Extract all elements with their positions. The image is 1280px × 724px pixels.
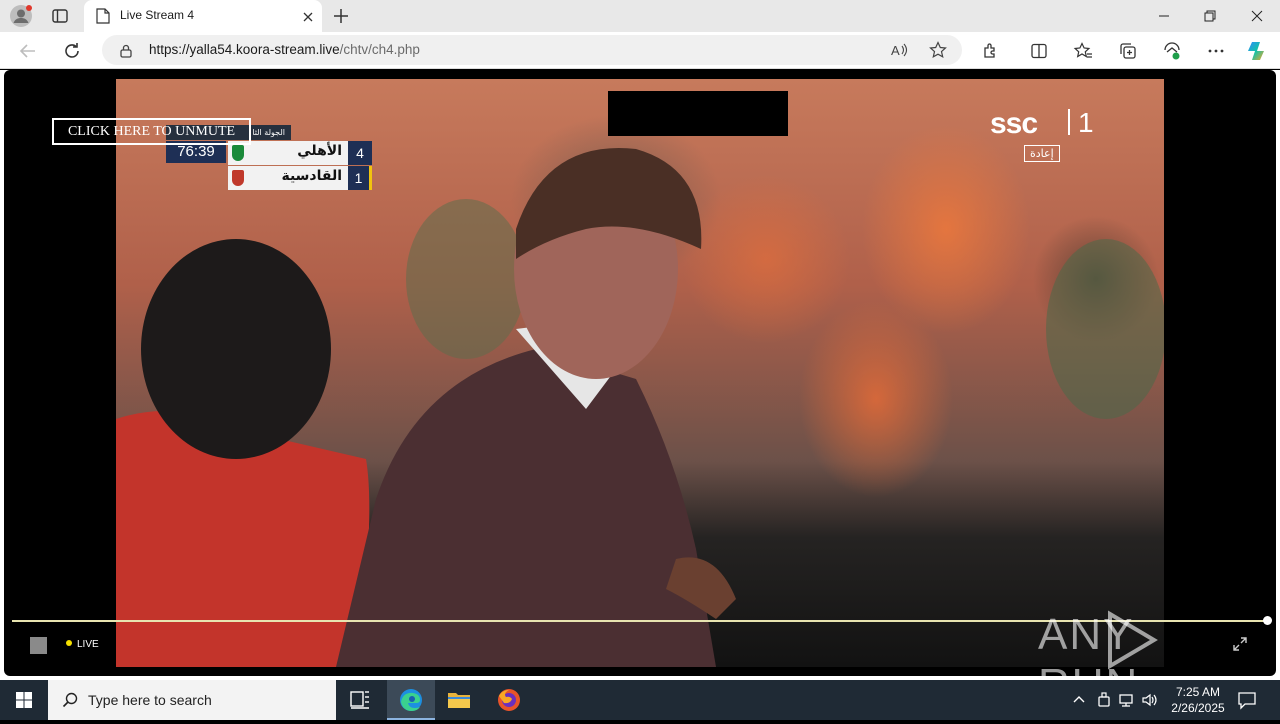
play-triangle-icon <box>1108 610 1158 670</box>
team-badge-icon <box>232 145 244 161</box>
chevron-up-icon[interactable] <box>1070 691 1088 709</box>
new-tab-icon[interactable] <box>331 6 351 26</box>
team-row: القادسية 1 <box>228 166 372 190</box>
read-aloud-icon[interactable]: A <box>890 41 908 59</box>
close-window-button[interactable] <box>1234 0 1280 32</box>
refresh-icon[interactable] <box>60 39 84 63</box>
live-indicator: LIVE <box>66 639 99 650</box>
address-bar-row: https://yalla54.koora-stream.live/chtv/c… <box>0 32 1280 69</box>
firefox-icon[interactable] <box>485 680 533 720</box>
restore-button[interactable] <box>1187 0 1233 32</box>
browser-essentials-icon[interactable] <box>1162 41 1182 61</box>
unmute-button[interactable]: CLICK HERE TO UNMUTE <box>52 118 251 145</box>
network-icon[interactable] <box>1118 691 1136 709</box>
fullscreen-icon[interactable] <box>1232 636 1248 652</box>
minimize-button[interactable] <box>1141 0 1187 32</box>
search-placeholder: Type here to search <box>88 692 212 708</box>
clock-date: 2/26/2025 <box>1171 701 1225 715</box>
browser-tab[interactable]: Live Stream 4 <box>84 0 322 32</box>
team-name: الأهلي <box>297 143 342 159</box>
web-page: الجولة الثا 76:39 الأهلي 4 القادسية 1 ss… <box>0 70 1280 680</box>
taskbar-search[interactable]: Type here to search <box>48 680 336 720</box>
title-bar: Live Stream 4 <box>0 0 1280 32</box>
team-name: القادسية <box>281 168 342 184</box>
team-badge-icon <box>232 170 244 186</box>
edge-taskbar-icon[interactable] <box>387 680 435 720</box>
channel-divider <box>1068 109 1070 135</box>
taskbar: Type here to search 7:25 AM 2/26/2025 <box>0 680 1280 720</box>
clock-time: 7:25 AM <box>1175 685 1221 699</box>
stop-button[interactable] <box>30 637 47 654</box>
live-label: LIVE <box>77 639 99 650</box>
lock-icon[interactable] <box>119 43 133 58</box>
replay-badge: إعادة <box>1024 145 1060 162</box>
page-icon <box>96 8 110 24</box>
redacted-block <box>608 91 788 136</box>
team-score: 1 <box>348 166 372 190</box>
extensions-icon[interactable] <box>981 41 1001 61</box>
url-field[interactable]: https://yalla54.koora-stream.live/chtv/c… <box>102 35 962 65</box>
close-tab-icon[interactable] <box>301 9 315 23</box>
search-icon <box>62 692 78 708</box>
split-screen-icon[interactable] <box>1029 41 1049 61</box>
favorite-star-icon[interactable] <box>929 41 947 59</box>
video-player[interactable]: الجولة الثا 76:39 الأهلي 4 القادسية 1 ss… <box>4 70 1276 676</box>
team-score: 4 <box>348 141 372 165</box>
usb-device-icon[interactable] <box>1095 691 1113 709</box>
profile-avatar-icon[interactable] <box>10 5 32 27</box>
system-clock[interactable]: 7:25 AM 2/26/2025 <box>1160 684 1236 716</box>
svg-text:A: A <box>891 43 900 58</box>
back-arrow-icon[interactable] <box>16 39 40 63</box>
channel-logo: ssc <box>990 107 1038 140</box>
copilot-icon[interactable] <box>1246 39 1270 63</box>
url-text[interactable]: https://yalla54.koora-stream.live/chtv/c… <box>149 42 420 57</box>
volume-icon[interactable] <box>1141 691 1159 709</box>
channel-number: 1 <box>1078 107 1094 138</box>
collections-icon[interactable] <box>1118 41 1138 61</box>
notification-center-icon[interactable] <box>1236 690 1258 710</box>
video-frame[interactable]: الجولة الثا 76:39 الأهلي 4 القادسية 1 ss… <box>116 79 1164 667</box>
start-button[interactable] <box>0 680 48 720</box>
favorites-icon[interactable] <box>1073 41 1093 61</box>
tab-actions-icon[interactable] <box>50 6 70 26</box>
file-explorer-icon[interactable] <box>435 680 483 720</box>
live-dot-icon <box>66 640 72 646</box>
task-view-icon[interactable] <box>336 680 384 720</box>
notification-dot <box>26 5 32 11</box>
tab-title: Live Stream 4 <box>120 8 195 22</box>
more-options-icon[interactable] <box>1206 41 1226 61</box>
